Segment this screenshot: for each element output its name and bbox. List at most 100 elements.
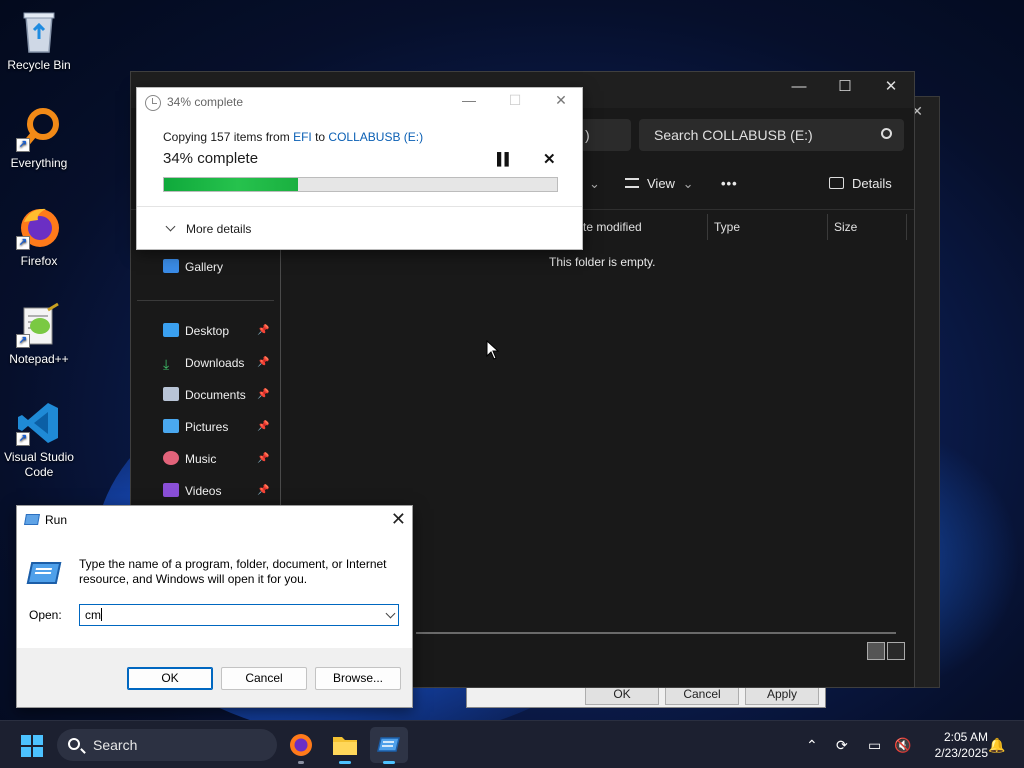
pin-icon[interactable]: 📌 [257,421,269,432]
shortcut-arrow-icon: ↗ [16,334,30,348]
column-size[interactable]: Size [827,214,907,240]
taskbar-run[interactable] [370,727,408,764]
running-indicator [298,761,304,764]
download-icon: ⤓ [163,356,170,372]
progress-fill [164,178,298,191]
nav-item-downloads[interactable]: ⤓ Downloads [163,353,244,373]
nav-item-music[interactable]: Music [163,449,216,469]
nav-label: Desktop [185,324,230,338]
details-pane-button[interactable]: Details [829,176,892,191]
nav-item-pictures[interactable]: Pictures [163,417,228,437]
desktop-icon-label: Firefox [20,254,58,268]
copy-progress-dialog: 34% complete — ☐ ✕ Copying 157 items fro… [136,87,583,250]
details-view-icon[interactable] [867,642,885,660]
volume-muted-icon[interactable]: 🔇 [894,737,911,754]
videos-icon [163,483,179,497]
pin-icon[interactable]: 📌 [257,325,269,336]
nav-label: Gallery [185,260,224,274]
copy-status-prefix: Copying 157 items from [163,130,294,144]
music-icon [163,451,179,465]
nav-item-videos[interactable]: Videos [163,481,221,501]
notepadpp-icon: ↗ [16,302,62,348]
nav-item-desktop[interactable]: Desktop [163,321,229,341]
nav-label: Videos [185,484,222,498]
cancel-button[interactable]: Cancel [221,667,307,690]
desktop-icon-everything[interactable]: ↗ Everything [0,106,78,171]
windows-logo-icon [21,735,31,745]
close-icon[interactable]: ✕ [541,92,581,112]
search-input[interactable]: Search COLLABUSB (E:) [639,119,904,151]
notification-bell-icon[interactable]: 🔔 [988,737,1005,754]
taskbar: Search ⌃ ⟳ ▭ 🔇 2:05 AM 2/23/2025 🔔 [0,720,1024,768]
pin-icon[interactable]: 📌 [257,389,269,400]
column-type[interactable]: Type [707,214,827,240]
shortcut-arrow-icon: ↗ [16,138,30,152]
dialog-title: Run [45,513,68,527]
sync-icon[interactable]: ⟳ [836,737,848,754]
tiles-view-icon[interactable] [887,642,905,660]
minimize-icon[interactable]: — [449,92,489,112]
run-command-input[interactable]: cm [79,604,399,626]
pin-icon[interactable]: 📌 [257,485,269,496]
taskbar-file-explorer[interactable] [326,727,364,764]
run-icon [24,514,40,525]
close-icon[interactable]: ✕ [391,509,406,530]
run-body: Type the name of a program, folder, docu… [17,534,412,648]
show-hidden-icons[interactable]: ⌃ [806,737,818,754]
gallery-icon [163,259,179,273]
nav-item-gallery[interactable]: Gallery [163,257,223,277]
see-more-button[interactable]: ••• [721,176,738,191]
desktop-icon-firefox[interactable]: ↗ Firefox [0,204,78,269]
cancel-copy-button[interactable]: ✕ [543,150,556,168]
firefox-icon: ↗ [16,204,62,250]
recycle-bin-icon [16,8,62,54]
run-description: Type the name of a program, folder, docu… [79,557,387,586]
pin-icon[interactable]: 📌 [257,357,269,368]
details-label: Details [852,176,892,191]
taskbar-search[interactable]: Search [57,729,277,761]
desktop-icon-label: Notepad++ [9,352,69,366]
everything-search-icon: ↗ [16,106,62,152]
view-button[interactable]: View ⌄ [625,176,693,192]
minimize-icon[interactable]: — [776,72,822,102]
chevron-down-icon [165,221,176,232]
browse-button[interactable]: Browse... [315,667,401,690]
running-indicator [339,761,351,764]
system-clock[interactable]: 2:05 AM 2/23/2025 [912,729,988,761]
taskbar-firefox[interactable] [282,727,320,764]
more-details-toggle[interactable]: More details [165,221,251,236]
view-label: View [647,176,675,191]
destination-link[interactable]: COLLABUSB (E:) [328,130,423,144]
chevron-down-icon[interactable]: ⌄ [589,176,600,192]
chevron-down-icon[interactable] [385,608,396,619]
nav-label: Downloads [185,356,245,370]
desktop-icon-label: Everything [10,156,68,170]
network-icon[interactable]: ▭ [868,737,881,754]
horizontal-scrollbar[interactable] [416,632,896,634]
column-date-modified[interactable]: te modified [577,214,707,240]
close-icon[interactable]: ✕ [868,72,914,102]
source-link[interactable]: EFI [293,130,312,144]
copy-status-mid: to [311,130,329,144]
running-indicator [383,761,395,764]
maximize-icon[interactable]: ☐ [822,72,868,102]
details-pane-icon [829,177,844,189]
copy-status-line: Copying 157 items from EFI to COLLABUSB … [163,130,423,144]
start-button[interactable] [21,735,43,757]
pin-icon[interactable]: 📌 [257,453,269,464]
percent-complete: 34% complete [163,150,259,167]
ok-button[interactable]: OK [127,667,213,690]
firefox-icon [290,734,312,756]
pause-button[interactable]: ▌▌ [497,152,513,166]
shortcut-arrow-icon: ↗ [16,432,30,446]
clock-icon [145,95,161,111]
desktop-icon-notepadpp[interactable]: ↗ Notepad++ [0,302,78,367]
maximize-icon: ☐ [508,92,522,108]
clock-time: 2:05 AM [943,730,988,744]
run-titlebar: Run ✕ [17,506,412,534]
nav-item-documents[interactable]: Documents [163,385,246,405]
shortcut-arrow-icon: ↗ [16,236,30,250]
desktop-icon-recycle-bin[interactable]: Recycle Bin [0,8,78,73]
nav-divider [137,300,274,301]
desktop-icon-vscode[interactable]: ↗ Visual Studio Code [0,400,78,480]
